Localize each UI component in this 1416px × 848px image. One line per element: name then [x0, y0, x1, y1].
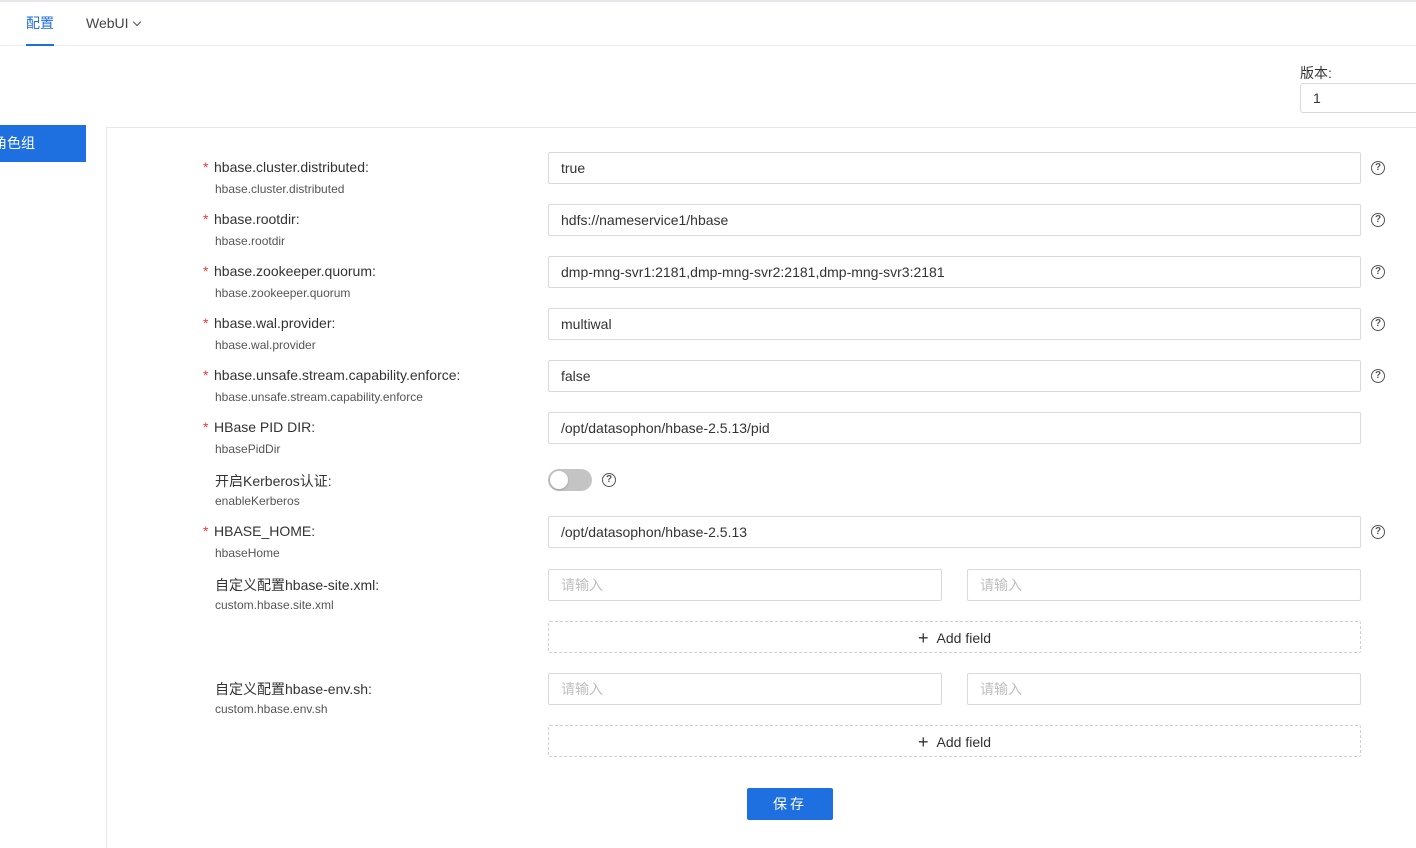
- form-label-hbase-home: * HBASE_HOME:: [203, 523, 316, 539]
- toggle-knob: [550, 471, 568, 489]
- custom-env-value-input[interactable]: 请输入: [967, 673, 1361, 705]
- cluster-distributed-input[interactable]: true: [548, 152, 1361, 184]
- tab-webui[interactable]: WebUI: [86, 2, 141, 45]
- help-icon[interactable]: ?: [602, 473, 616, 487]
- zookeeper-quorum-input[interactable]: dmp-mng-svr1:2181,dmp-mng-svr2:2181,dmp-…: [548, 256, 1361, 288]
- add-field-label: Add field: [936, 734, 991, 750]
- version-select[interactable]: 1: [1300, 83, 1416, 113]
- form-key-kerberos: enableKerberos: [215, 494, 300, 508]
- save-button[interactable]: 保存: [747, 788, 833, 820]
- form-key-zookeeper-quorum: hbase.zookeeper.quorum: [215, 286, 351, 300]
- custom-env-key-input[interactable]: 请输入: [548, 673, 942, 705]
- form-key-custom-site: custom.hbase.site.xml: [215, 598, 334, 612]
- version-label: 版本:: [1300, 65, 1332, 81]
- required-mark: *: [203, 159, 209, 175]
- add-field-label: Add field: [936, 630, 991, 646]
- required-mark: *: [203, 419, 209, 435]
- form-label-custom-site: 自定义配置hbase-site.xml:: [215, 577, 380, 593]
- form-key-cluster-distributed: hbase.cluster.distributed: [215, 182, 345, 196]
- form-label-kerberos: 开启Kerberos认证:: [215, 473, 332, 489]
- form-key-unsafe-stream: hbase.unsafe.stream.capability.enforce: [215, 390, 423, 404]
- required-mark: *: [203, 315, 209, 331]
- required-mark: *: [203, 523, 209, 539]
- plus-icon: +: [918, 628, 929, 648]
- help-icon[interactable]: ?: [1371, 369, 1385, 383]
- form-label-wal-provider: * hbase.wal.provider:: [203, 315, 336, 331]
- required-mark: *: [203, 263, 209, 279]
- plus-icon: +: [918, 732, 929, 752]
- custom-site-value-input[interactable]: 请输入: [967, 569, 1361, 601]
- sidebar-item-role-group[interactable]: 角色组: [0, 125, 86, 162]
- form-label-cluster-distributed: * hbase.cluster.distributed:: [203, 159, 369, 175]
- unsafe-stream-input[interactable]: false: [548, 360, 1361, 392]
- sidebar-item-label: 角色组: [0, 135, 35, 151]
- form-label-unsafe-stream: * hbase.unsafe.stream.capability.enforce:: [203, 367, 461, 383]
- tab-config[interactable]: 配置: [26, 2, 54, 46]
- form-label-custom-env: 自定义配置hbase-env.sh:: [215, 681, 372, 697]
- tab-bar: 配置 WebUI: [0, 2, 1416, 46]
- form-key-hbase-home: hbaseHome: [215, 546, 280, 560]
- form-key-pid-dir: hbasePidDir: [215, 442, 281, 456]
- help-icon[interactable]: ?: [1371, 161, 1385, 175]
- custom-site-key-input[interactable]: 请输入: [548, 569, 942, 601]
- chevron-down-icon: [132, 17, 141, 27]
- required-mark: *: [203, 211, 209, 227]
- form-key-rootdir: hbase.rootdir: [215, 234, 286, 248]
- form-key-wal-provider: hbase.wal.provider: [215, 338, 316, 352]
- wal-provider-input[interactable]: multiwal: [548, 308, 1361, 340]
- help-icon[interactable]: ?: [1371, 525, 1385, 539]
- kerberos-toggle[interactable]: [548, 469, 592, 491]
- tab-webui-label: WebUI: [86, 15, 129, 31]
- required-mark: *: [203, 367, 209, 383]
- add-field-button[interactable]: + Add field: [548, 621, 1361, 653]
- rootdir-input[interactable]: hdfs://nameservice1/hbase: [548, 204, 1361, 236]
- form-label-rootdir: * hbase.rootdir:: [203, 211, 300, 227]
- help-icon[interactable]: ?: [1371, 265, 1385, 279]
- hbase-home-input[interactable]: /opt/datasophon/hbase-2.5.13: [548, 516, 1361, 548]
- form-label-pid-dir: * HBase PID DIR:: [203, 419, 316, 435]
- form-label-zookeeper-quorum: * hbase.zookeeper.quorum:: [203, 263, 376, 279]
- help-icon[interactable]: ?: [1371, 213, 1385, 227]
- help-icon[interactable]: ?: [1371, 317, 1385, 331]
- add-field-button[interactable]: + Add field: [548, 725, 1361, 757]
- pid-dir-input[interactable]: /opt/datasophon/hbase-2.5.13/pid: [548, 412, 1361, 444]
- form-key-custom-env: custom.hbase.env.sh: [215, 702, 328, 716]
